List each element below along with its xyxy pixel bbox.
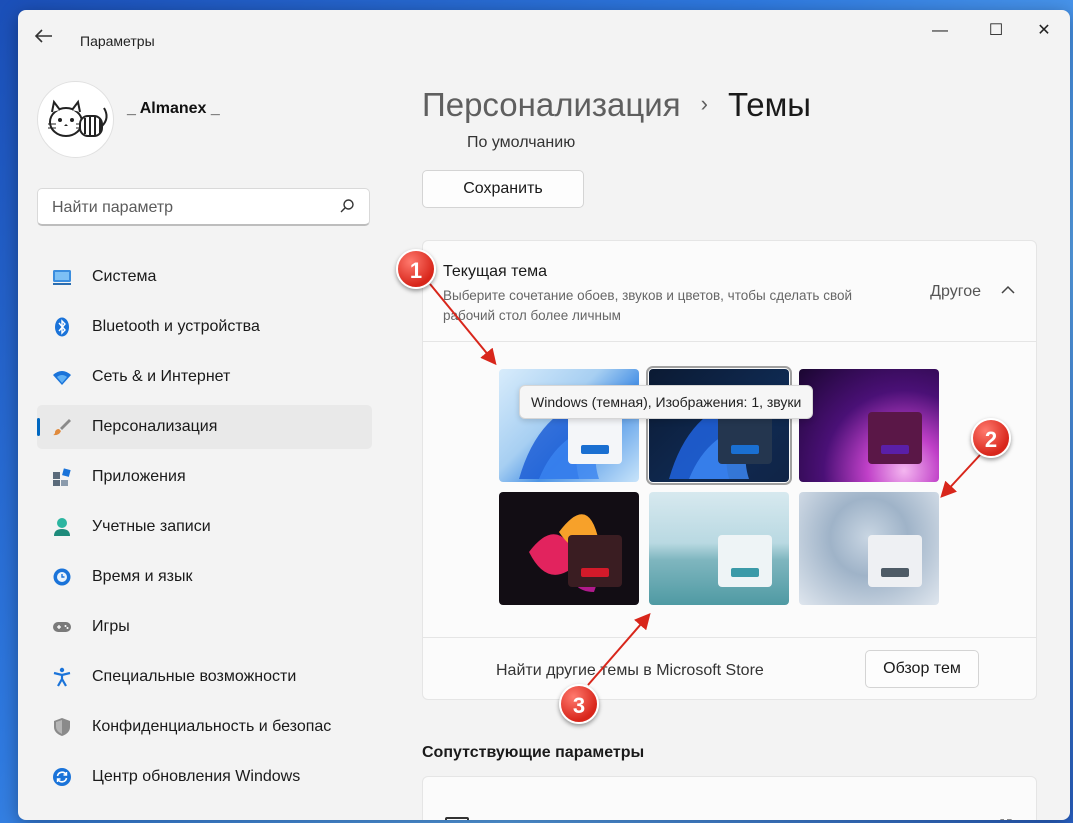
- maximize-button[interactable]: ☐: [976, 20, 1016, 42]
- current-theme-title: Текущая тема: [443, 263, 548, 280]
- sidebar-item-accessibility[interactable]: Специальные возможности: [37, 655, 372, 699]
- shield-icon: [54, 718, 70, 736]
- search-icon[interactable]: [339, 198, 355, 214]
- breadcrumb-parent[interactable]: Персонализация: [422, 86, 681, 123]
- back-arrow-icon[interactable]: [34, 27, 58, 47]
- save-button[interactable]: Сохранить: [422, 170, 584, 208]
- chevron-up-icon[interactable]: [1000, 283, 1016, 297]
- bluetooth-icon: [55, 317, 69, 337]
- theme-thumbnail-captured-motion[interactable]: [499, 492, 639, 605]
- accent-bar: [881, 445, 909, 454]
- cat-avatar-icon: [48, 99, 108, 137]
- gamepad-icon: [53, 622, 71, 632]
- sidebar-item-label: Специальные возможности: [92, 668, 297, 685]
- theme-swatch: [568, 412, 622, 464]
- search-box[interactable]: [37, 188, 370, 226]
- sidebar-item-personalization[interactable]: Персонализация: [37, 405, 372, 449]
- accent-bar: [581, 568, 609, 577]
- sidebar-item-accounts[interactable]: Учетные записи: [37, 505, 372, 549]
- theme-swatch: [718, 535, 772, 587]
- search-input[interactable]: [50, 198, 334, 218]
- sidebar-item-label: Время и язык: [92, 568, 193, 585]
- sidebar-item-time-language[interactable]: Время и язык: [37, 555, 372, 599]
- related-settings-title: Сопутствующие параметры: [422, 744, 645, 761]
- display-icon: [53, 270, 71, 285]
- current-theme-value: Другое: [930, 283, 981, 300]
- accent-bar: [881, 568, 909, 577]
- sidebar-nav: Система Bluetooth и устройства Сеть & и …: [37, 255, 372, 805]
- accent-bar: [581, 445, 609, 454]
- sidebar-item-network[interactable]: Сеть & и Интернет: [37, 355, 372, 399]
- avatar[interactable]: [37, 81, 114, 158]
- monitor-icon: [445, 817, 469, 820]
- theme-swatch: [568, 535, 622, 587]
- annotation-badge-3: 3: [559, 684, 599, 724]
- apps-icon: [53, 468, 71, 486]
- update-icon: [53, 768, 71, 786]
- accessibility-icon: [53, 667, 71, 687]
- breadcrumb: Персонализация › Темы: [422, 86, 811, 124]
- accent-bar: [731, 445, 759, 454]
- theme-swatch: [868, 412, 922, 464]
- sidebar-item-bluetooth[interactable]: Bluetooth и устройства: [37, 305, 372, 349]
- theme-thumbnail-glow[interactable]: [799, 369, 939, 482]
- sidebar-item-label: Конфиденциальность и безопас: [92, 718, 332, 735]
- minimize-button[interactable]: —: [920, 20, 960, 42]
- sidebar-item-label: Учетные записи: [92, 518, 211, 535]
- sidebar-item-label: Система: [92, 268, 157, 285]
- store-link-text: Найти другие темы в Microsoft Store: [496, 662, 764, 679]
- username: _ Almanex _: [127, 100, 220, 117]
- sidebar-item-apps[interactable]: Приложения: [37, 455, 372, 499]
- current-theme-header[interactable]: Текущая тема Выберите сочетание обоев, з…: [423, 241, 1036, 342]
- sidebar-item-windows-update[interactable]: Центр обновления Windows: [37, 755, 372, 799]
- annotation-badge-1: 1: [396, 249, 436, 289]
- sidebar-item-label: Bluetooth и устройства: [92, 318, 260, 335]
- related-settings-item[interactable]: [422, 776, 1037, 820]
- close-button[interactable]: ✕: [1024, 20, 1064, 42]
- sidebar-item-label: Приложения: [92, 468, 186, 485]
- theme-swatch: [868, 535, 922, 587]
- accent-bar: [731, 568, 759, 577]
- theme-thumbnail-flow[interactable]: [799, 492, 939, 605]
- browse-themes-button[interactable]: Обзор тем: [865, 650, 979, 688]
- theme-swatch: [718, 412, 772, 464]
- theme-thumbnail-sunrise[interactable]: [649, 492, 789, 605]
- sidebar-item-label: Игры: [92, 618, 130, 635]
- store-row: Найти другие темы в Microsoft Store Обзо…: [423, 637, 1036, 702]
- default-label: По умолчанию: [467, 134, 576, 151]
- page-title: Темы: [727, 86, 812, 123]
- sidebar-item-label: Персонализация: [92, 418, 218, 435]
- person-icon: [54, 518, 70, 536]
- brush-icon: [53, 419, 71, 436]
- current-theme-card: Текущая тема Выберите сочетание обоев, з…: [422, 240, 1037, 700]
- breadcrumb-separator: ›: [700, 91, 708, 116]
- annotation-badge-2: 2: [971, 418, 1011, 458]
- external-link-icon: [1000, 819, 1012, 820]
- globe-clock-icon: [53, 568, 71, 586]
- sidebar-item-label: Сеть & и Интернет: [92, 368, 231, 385]
- wifi-icon: [53, 371, 71, 385]
- sidebar-item-system[interactable]: Система: [37, 255, 372, 299]
- sidebar-item-label: Центр обновления Windows: [92, 768, 301, 785]
- app-title: Параметры: [80, 33, 155, 49]
- theme-tooltip: Windows (темная), Изображения: 1, звуки: [519, 385, 814, 419]
- current-theme-description: Выберите сочетание обоев, звуков и цвето…: [443, 288, 853, 323]
- sidebar-item-gaming[interactable]: Игры: [37, 605, 372, 649]
- title-bar: Параметры — ☐ ✕: [18, 10, 1070, 54]
- sidebar-item-privacy[interactable]: Конфиденциальность и безопас: [37, 705, 372, 749]
